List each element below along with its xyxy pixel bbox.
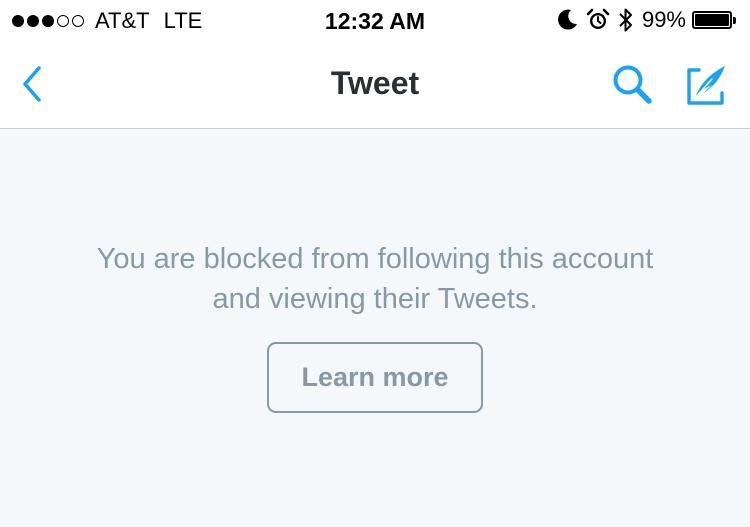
search-button[interactable] bbox=[606, 60, 660, 110]
battery-percent: 99% bbox=[641, 7, 686, 32]
main-content: You are blocked from following this acco… bbox=[0, 129, 750, 527]
blocked-message-line-2: and viewing their Tweets. bbox=[212, 283, 538, 315]
battery-tip bbox=[733, 16, 736, 24]
battery-icon bbox=[692, 11, 732, 29]
bluetooth-icon bbox=[618, 7, 634, 33]
compose-tweet-icon bbox=[687, 66, 725, 105]
status-right: 99% bbox=[557, 7, 736, 33]
search-icon bbox=[613, 65, 652, 104]
compose-tweet-button[interactable] bbox=[680, 60, 734, 110]
battery-level bbox=[695, 14, 729, 26]
moon-icon bbox=[557, 9, 578, 31]
alarm-icon bbox=[586, 8, 610, 32]
status-bar: AT&T LTE 12:32 AM 99% bbox=[0, 0, 750, 40]
blocked-message-line-1: You are blocked from following this acco… bbox=[96, 243, 654, 275]
blocked-message: You are blocked from following this acco… bbox=[60, 239, 690, 319]
navigation-bar: Tweet bbox=[0, 40, 750, 129]
learn-more-button[interactable]: Learn more bbox=[267, 342, 483, 413]
